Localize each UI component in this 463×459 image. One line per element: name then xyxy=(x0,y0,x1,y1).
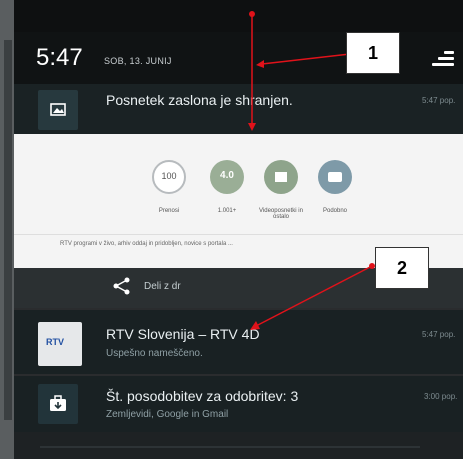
arrow-tail-dot xyxy=(249,11,255,17)
arrow-line-2 xyxy=(255,265,373,327)
arrow-line-1 xyxy=(261,53,351,65)
callout-2: 2 xyxy=(375,247,429,289)
arrow-1-head xyxy=(256,60,264,68)
arrow-head-down xyxy=(248,123,256,131)
callout-1: 1 xyxy=(346,32,400,74)
